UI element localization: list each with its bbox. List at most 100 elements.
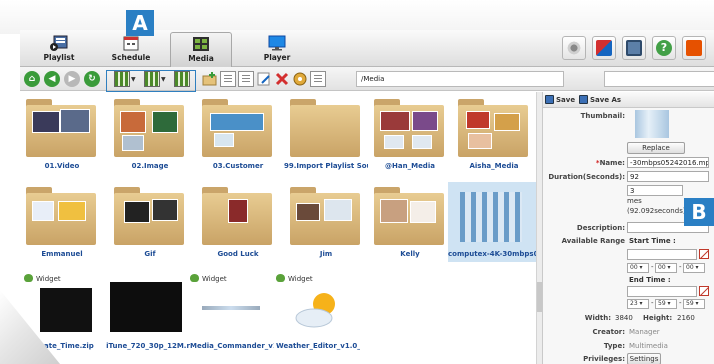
duration-unit: mes [627, 197, 642, 205]
folder-icon [374, 187, 444, 247]
folder-icon [114, 99, 184, 159]
refresh-icon[interactable]: ↻ [84, 71, 100, 87]
folder-item-image[interactable]: 02.Image [108, 94, 192, 174]
player-icon [268, 35, 286, 51]
folder-item-han-media[interactable]: @Han_Media [368, 94, 452, 174]
widget-icon [24, 274, 33, 282]
tab-media-label: Media [188, 54, 214, 63]
folder-item-video[interactable]: 01.Video [20, 94, 104, 174]
end-second-select[interactable]: 59 ▾ [683, 299, 705, 309]
panel-header: Save Save As [543, 92, 714, 108]
folder-icon [458, 99, 528, 159]
duration-label: Duration(Seconds): [548, 173, 625, 181]
video-thumbnail [110, 282, 182, 332]
media-item-itune[interactable]: iTune_720_30p_12M.r [106, 274, 190, 354]
tab-schedule-label: Schedule [111, 53, 151, 62]
layers-icon [596, 40, 612, 56]
start-second-select[interactable]: 00 ▾ [683, 263, 705, 273]
save-as-button[interactable]: Save As [579, 95, 621, 105]
home-icon[interactable]: ⌂ [24, 71, 40, 87]
save-as-icon [579, 95, 588, 104]
folder-icon [290, 99, 360, 159]
folder-item-customer[interactable]: 03.Customer [196, 94, 280, 174]
folder-item-aisha-media[interactable]: Aisha_Media [452, 94, 536, 174]
tab-schedule[interactable]: Schedule [100, 32, 162, 67]
back-icon[interactable]: ◀ [44, 71, 60, 87]
widget-label: Media_Commander_v1 [190, 342, 274, 350]
properties-panel: Save Save As Thumbnail: Replace *Name: -… [542, 92, 714, 364]
widget-header: Widget [24, 274, 61, 286]
separator: - [651, 263, 654, 271]
width-label: Width: [584, 314, 611, 322]
separator: - [651, 299, 654, 307]
widget-icon [276, 274, 285, 282]
creator-label: Creator: [592, 328, 625, 336]
layers-button[interactable] [592, 36, 616, 60]
end-date-field[interactable] [627, 286, 697, 297]
start-minute-select[interactable]: 00 ▾ [655, 263, 677, 273]
edit-icon[interactable] [256, 71, 272, 87]
monitor-button[interactable] [622, 36, 646, 60]
callout-a: A [126, 10, 154, 36]
type-label: Type: [603, 342, 625, 350]
delete-icon[interactable] [274, 71, 290, 87]
tab-player[interactable]: Player [246, 32, 308, 67]
replace-button[interactable]: Replace [627, 142, 685, 154]
logout-button[interactable] [682, 36, 706, 60]
tab-media[interactable]: Media [170, 32, 232, 67]
tab-playlist[interactable]: Playlist [28, 32, 90, 67]
privileges-label: Privileges: [583, 355, 625, 363]
folder-item-good-luck[interactable]: Good Luck [196, 182, 280, 262]
clear-end-icon[interactable] [699, 286, 709, 296]
folder-item-emmanuel[interactable]: Emmanuel [20, 182, 104, 262]
thumbnail-label: Thumbnail: [580, 112, 625, 120]
end-time-label: End Time : [629, 276, 671, 284]
widget-item-media-commander[interactable]: Widget Media_Commander_v1 [190, 274, 274, 354]
folder-icon [114, 187, 184, 247]
start-date-field[interactable] [627, 249, 697, 260]
thumbnail-preview [635, 110, 669, 138]
duration-field[interactable]: 92 [627, 171, 709, 182]
save-button[interactable]: Save [545, 95, 575, 105]
media-item-computex[interactable]: computex-4K-30mbps0 [448, 182, 536, 262]
settings-button-panel[interactable]: Settings [627, 353, 661, 364]
path-field[interactable]: /Media [356, 71, 564, 87]
forward-icon[interactable]: ▶ [64, 71, 80, 87]
end-minute-select[interactable]: 59 ▾ [655, 299, 677, 309]
folder-item-jim[interactable]: Jim [284, 182, 368, 262]
paste-icon[interactable] [238, 71, 254, 87]
separator: - [679, 299, 682, 307]
folder-item-kelly[interactable]: Kelly [368, 182, 452, 262]
end-hour-select[interactable]: 23 ▾ [627, 299, 649, 309]
start-hour-select[interactable]: 00 ▾ [627, 263, 649, 273]
video-thumbnail [460, 192, 522, 242]
properties-icon[interactable] [292, 71, 308, 87]
folder-item-import-playlist[interactable]: 99.Import Playlist Sour [284, 94, 368, 174]
duration-sub-field[interactable]: 3 [627, 185, 683, 196]
help-button[interactable]: ? [652, 36, 676, 60]
separator: - [679, 263, 682, 271]
widget-icon [190, 274, 199, 282]
folder-label: Gif [144, 250, 156, 258]
widget-label: Weather_Editor_v1.0_ [276, 342, 360, 350]
width-value: 3840 [615, 314, 633, 322]
widget-item-weather-editor[interactable]: Widget Weather_Editor_v1.0_ [276, 274, 360, 354]
folder-item-gif[interactable]: Gif [108, 182, 192, 262]
playlist-icon [50, 35, 68, 51]
copy-icon[interactable] [220, 71, 236, 87]
media-label: iTune_720_30p_12M.r [106, 342, 190, 350]
folder-label: Emmanuel [41, 250, 83, 258]
settings-button[interactable] [562, 36, 586, 60]
monitor-icon [626, 40, 642, 56]
list-icon[interactable] [310, 71, 326, 87]
new-folder-icon[interactable] [202, 71, 218, 87]
folder-label: Kelly [400, 250, 420, 258]
media-icon [193, 37, 209, 51]
folder-icon [374, 99, 444, 159]
search-input[interactable] [604, 71, 714, 87]
folder-icon [290, 187, 360, 247]
help-icon: ? [656, 40, 672, 56]
clear-start-icon[interactable] [699, 249, 709, 259]
name-field[interactable]: -30mbps05242016.mp4 [627, 157, 709, 168]
schedule-icon [123, 36, 139, 51]
